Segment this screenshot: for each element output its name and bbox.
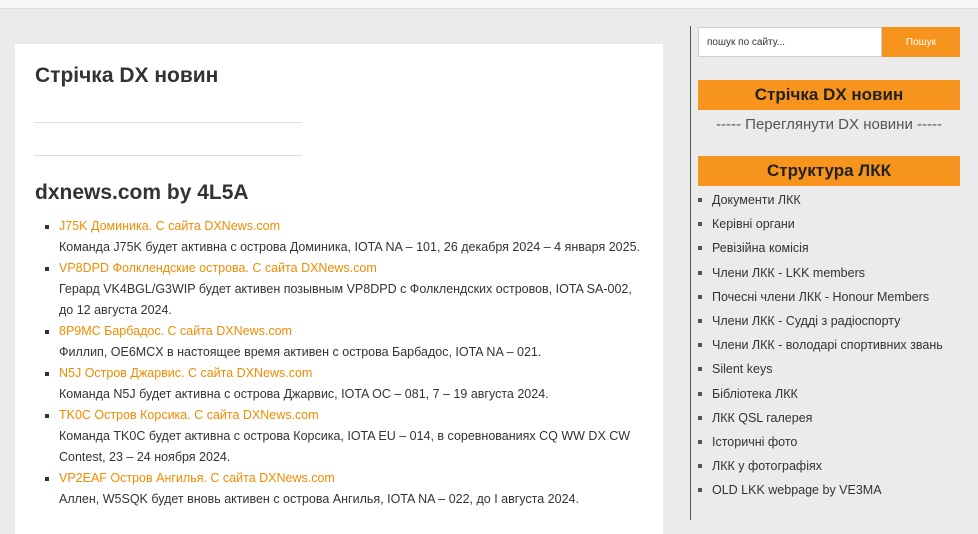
news-link[interactable]: VP2EAF Остров Ангилья. С сайта DXNews.co… xyxy=(59,471,335,485)
divider-line xyxy=(34,122,302,123)
sidebar-divider xyxy=(690,26,691,520)
bullet-icon xyxy=(45,267,49,271)
menu-item: Керівні органи xyxy=(698,212,968,236)
feed-title: dxnews.com by 4L5A xyxy=(35,181,249,204)
list-item: N5J Остров Джарвис. С сайта DXNews.com Ко… xyxy=(45,363,645,405)
menu-link-library[interactable]: Бібліотека ЛКК xyxy=(712,387,798,401)
bullet-icon xyxy=(698,294,702,299)
bullet-icon xyxy=(45,330,49,334)
menu-link-silent-keys[interactable]: Silent keys xyxy=(712,362,772,376)
bullet-icon xyxy=(698,270,702,275)
view-dx-news-link[interactable]: ----- Переглянути DX новини ----- xyxy=(698,116,960,133)
bullet-icon xyxy=(45,477,49,481)
page-title: Стрічка DX новин xyxy=(35,64,219,87)
main-content: Стрічка DX новин dxnews.com by 4L5A J75K… xyxy=(15,44,663,534)
news-list: J75K Доминика. С сайта DXNews.com Команда… xyxy=(45,216,645,510)
menu-item: ЛКК QSL галерея xyxy=(698,406,968,430)
bullet-icon xyxy=(698,198,702,202)
bullet-icon xyxy=(698,246,702,251)
search-input[interactable] xyxy=(698,27,882,57)
search-button[interactable]: Пошук xyxy=(882,27,960,57)
bullet-icon xyxy=(698,391,702,396)
menu-link-judges[interactable]: Члени ЛКК - Судді з радіоспорту xyxy=(712,314,900,328)
list-item: VP8DPD Фолклендские острова. С сайта DXN… xyxy=(45,258,645,321)
bullet-icon xyxy=(698,439,702,444)
bullet-icon xyxy=(698,343,702,348)
bullet-icon xyxy=(698,464,702,469)
menu-item: Ревізійна комісія xyxy=(698,236,968,260)
bullet-icon xyxy=(698,488,702,493)
menu-item: Історичні фото xyxy=(698,430,968,454)
menu-link-members[interactable]: Члени ЛКК - LKK members xyxy=(712,266,865,280)
menu-item: Члени ЛКК - Судді з радіоспорту xyxy=(698,309,968,333)
menu-item: Члени ЛКК - LKK members xyxy=(698,261,968,285)
news-link[interactable]: TK0C Остров Корсика. С сайта DXNews.com xyxy=(59,408,319,422)
news-description: Аллен, W5SQK будет вновь активен с остро… xyxy=(59,492,579,506)
menu-item: OLD LKK webpage by VE3MA xyxy=(698,478,968,502)
news-description: Команда J75K будет активна с острова Дом… xyxy=(59,240,641,254)
menu-link-audit-commission[interactable]: Ревізійна комісія xyxy=(712,241,809,255)
menu-link-sport-titles[interactable]: Члени ЛКК - володарі спортивних звань xyxy=(712,338,943,352)
bullet-icon xyxy=(45,225,49,229)
menu-link-old-webpage[interactable]: OLD LKK webpage by VE3MA xyxy=(712,483,882,497)
menu-link-documents[interactable]: Документи ЛКК xyxy=(712,193,801,207)
structure-menu: Документи ЛКК Керівні органи Ревізійна к… xyxy=(698,188,968,502)
list-item: TK0C Остров Корсика. С сайта DXNews.com К… xyxy=(45,405,645,468)
bullet-icon xyxy=(698,415,702,420)
list-item: 8P9MC Барбадос. С сайта DXNews.com Филлип… xyxy=(45,321,645,363)
top-strip xyxy=(0,0,978,9)
news-link[interactable]: VP8DPD Фолклендские острова. С сайта DXN… xyxy=(59,261,377,275)
dx-news-heading: Стрічка DX новин xyxy=(698,80,960,110)
menu-item: Документи ЛКК xyxy=(698,188,968,212)
menu-link-historic-photos[interactable]: Історичні фото xyxy=(712,435,797,449)
menu-item: Члени ЛКК - володарі спортивних звань xyxy=(698,333,968,357)
bullet-icon xyxy=(698,367,702,372)
news-description: Команда N5J будет активна с острова Джар… xyxy=(59,387,549,401)
menu-item: ЛКК у фотографіях xyxy=(698,454,968,478)
structure-heading: Структура ЛКК xyxy=(698,156,960,186)
menu-item: Почесні члени ЛКК - Honour Members xyxy=(698,285,968,309)
bullet-icon xyxy=(698,318,702,323)
bullet-icon xyxy=(45,372,49,376)
bullet-icon xyxy=(698,222,702,227)
menu-item: Бібліотека ЛКК xyxy=(698,382,968,406)
news-link[interactable]: N5J Остров Джарвис. С сайта DXNews.com xyxy=(59,366,312,380)
menu-item: Silent keys xyxy=(698,357,968,381)
news-description: Герард VK4BGL/G3WIP будет активен позывн… xyxy=(59,282,632,317)
news-link[interactable]: J75K Доминика. С сайта DXNews.com xyxy=(59,219,280,233)
list-item: J75K Доминика. С сайта DXNews.com Команда… xyxy=(45,216,645,258)
list-item: VP2EAF Остров Ангилья. С сайта DXNews.co… xyxy=(45,468,645,510)
bullet-icon xyxy=(45,414,49,418)
divider-line xyxy=(34,155,302,156)
news-description: Команда TK0C будет активна с острова Кор… xyxy=(59,429,631,464)
menu-link-honour-members[interactable]: Почесні члени ЛКК - Honour Members xyxy=(712,290,929,304)
news-description: Филлип, OE6MCX в настоящее время активен… xyxy=(59,345,542,359)
menu-link-qsl-gallery[interactable]: ЛКК QSL галерея xyxy=(712,411,812,425)
menu-link-governing-bodies[interactable]: Керівні органи xyxy=(712,217,795,231)
news-link[interactable]: 8P9MC Барбадос. С сайта DXNews.com xyxy=(59,324,292,338)
menu-link-lkk-photos[interactable]: ЛКК у фотографіях xyxy=(712,459,822,473)
